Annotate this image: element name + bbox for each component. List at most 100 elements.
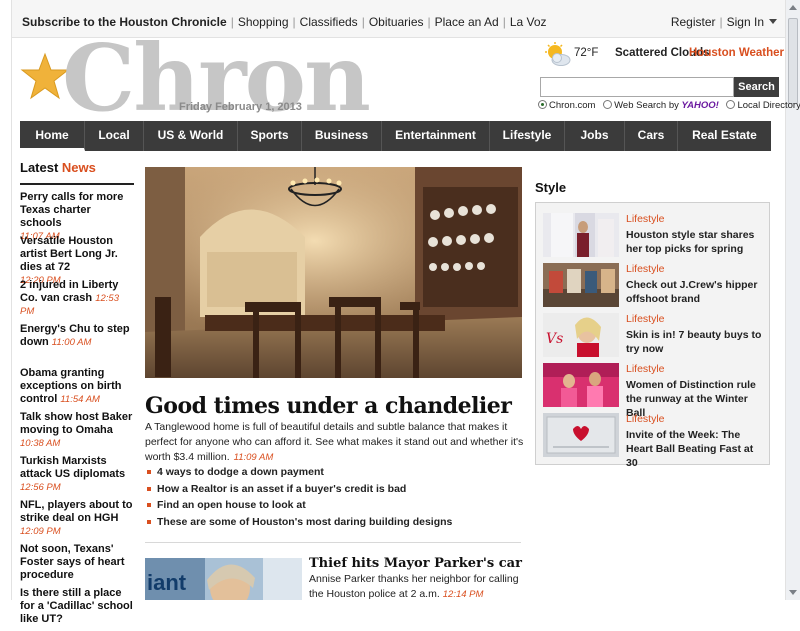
latest-news-headline[interactable]: Is there still a place for a 'Cadillac' …	[20, 587, 133, 625]
style-card[interactable]: Lifestyle Check out J.Crew's hipper offs…	[543, 263, 768, 309]
style-card-thumbnail[interactable]	[543, 263, 619, 307]
nav-local[interactable]: Local	[85, 121, 144, 151]
radio-local-directory[interactable]: Local Directory	[726, 100, 800, 111]
related-link[interactable]: These are some of Houston's most daring …	[145, 514, 525, 531]
style-card-category[interactable]: Lifestyle	[626, 313, 665, 325]
separator: |	[719, 15, 723, 29]
style-photo-2	[543, 263, 619, 307]
style-card-category[interactable]: Lifestyle	[626, 413, 665, 425]
account-links: Register | Sign In	[671, 15, 777, 29]
latest-news-item[interactable]: Talk show host Baker moving to Omaha 10:3…	[20, 411, 134, 455]
nav-us-world[interactable]: US & World	[144, 121, 238, 151]
main-story-summary-text: A Tanglewood home is full of beautiful d…	[145, 421, 524, 463]
register-link[interactable]: Register	[671, 15, 716, 29]
place-an-ad-link[interactable]: Place an Ad	[435, 15, 499, 29]
style-card-title[interactable]: Check out J.Crew's hipper offshoot brand	[626, 278, 766, 306]
nav-lifestyle[interactable]: Lifestyle	[490, 121, 565, 151]
radio-unselected-icon[interactable]	[726, 100, 736, 109]
scroll-down-arrow-icon[interactable]	[789, 590, 797, 595]
style-photo-1	[543, 213, 619, 257]
svg-text:Vs: Vs	[546, 331, 563, 347]
style-card-title[interactable]: Invite of the Week: The Heart Ball Beati…	[626, 428, 766, 470]
separator: |	[502, 15, 506, 29]
partly-cloudy-icon	[545, 42, 571, 66]
related-link[interactable]: How a Realtor is an asset if a buyer's c…	[145, 481, 525, 498]
latest-news-item[interactable]: 2 injured in Liberty Co. van crash 12:53…	[20, 279, 134, 323]
style-card-thumbnail[interactable]	[543, 213, 619, 257]
style-card-category[interactable]: Lifestyle	[626, 363, 665, 375]
nav-real-estate[interactable]: Real Estate	[678, 121, 771, 151]
radio-unselected-icon[interactable]	[603, 100, 613, 109]
latest-news-headline[interactable]: Talk show host Baker moving to Omaha	[20, 411, 132, 436]
radio-label: Web Search by	[614, 100, 679, 111]
latest-news-item[interactable]: Turkish Marxists attack US diplomats 12:…	[20, 455, 134, 499]
style-section-title: Style	[535, 180, 567, 195]
style-card[interactable]: Lifestyle Houston style star shares her …	[543, 213, 768, 259]
search-button[interactable]: Search	[734, 77, 779, 97]
style-section: Lifestyle Houston style star shares her …	[535, 202, 770, 469]
obituaries-link[interactable]: Obituaries	[369, 15, 424, 29]
radio-chron-com[interactable]: Chron.com	[538, 100, 595, 111]
nav-entertainment[interactable]: Entertainment	[382, 121, 490, 151]
latest-news-item[interactable]: Not soon, Texans' Foster says of heart p…	[20, 543, 134, 587]
chron-logo[interactable]: Chron Friday February 1, 2013	[20, 32, 415, 124]
latest-news-time: 11:00 AM	[51, 337, 92, 348]
latest-news-headline[interactable]: Versatile Houston artist Bert Long Jr. d…	[20, 235, 118, 273]
style-photo-4	[543, 363, 619, 407]
radio-label: Chron.com	[549, 100, 596, 111]
latest-news-headline[interactable]: Turkish Marxists attack US diplomats	[20, 455, 125, 480]
main-story-headline[interactable]: Good times under a chandelier	[145, 393, 512, 419]
chevron-down-icon[interactable]	[769, 19, 777, 24]
search-input[interactable]	[540, 77, 734, 97]
style-card-category[interactable]: Lifestyle	[626, 263, 665, 275]
latest-news-item[interactable]: NFL, players about to strike deal on HGH…	[20, 499, 134, 543]
vertical-scrollbar[interactable]	[785, 0, 800, 600]
story2-image[interactable]: iant	[145, 558, 302, 600]
radio-label: Local Directory	[737, 100, 800, 111]
style-card-title[interactable]: Skin is in! 7 beauty buys to try now	[626, 328, 766, 356]
houston-weather-link[interactable]: Houston Weather	[689, 47, 784, 59]
hero-photo	[145, 167, 522, 378]
latest-news-item[interactable]: Is there still a place for a 'Cadillac' …	[20, 587, 134, 631]
nav-cars[interactable]: Cars	[625, 121, 678, 151]
related-links-list: 4 ways to dodge a down payment How a Rea…	[145, 464, 525, 530]
related-link[interactable]: Find an open house to look at	[145, 497, 525, 514]
latest-news-item[interactable]: Energy's Chu to step down 11:00 AM	[20, 323, 134, 367]
sign-in-link[interactable]: Sign In	[727, 15, 764, 29]
nav-jobs[interactable]: Jobs	[565, 121, 625, 151]
divider	[145, 542, 521, 543]
radio-web-search[interactable]: Web Search by YAHOO!	[603, 100, 719, 111]
style-card[interactable]: Lifestyle Women of Distinction rule the …	[543, 363, 768, 419]
radio-selected-icon[interactable]	[538, 100, 547, 109]
latest-news-headline[interactable]: NFL, players about to strike deal on HGH	[20, 499, 132, 524]
hero-image-dining-room[interactable]	[145, 167, 522, 378]
scrollbar-thumb[interactable]	[788, 18, 798, 104]
nav-home[interactable]: Home	[20, 121, 85, 151]
related-link[interactable]: 4 ways to dodge a down payment	[145, 464, 525, 481]
style-photo-3: Vs	[543, 313, 619, 357]
latest-news-headline[interactable]: Perry calls for more Texas charter schoo…	[20, 191, 123, 229]
latest-news-item[interactable]: Obama granting exceptions on birth contr…	[20, 367, 134, 411]
scroll-up-arrow-icon[interactable]	[789, 5, 797, 10]
la-voz-link[interactable]: La Voz	[510, 15, 547, 29]
style-card[interactable]: Vs Lifestyle Skin is in! 7 beauty buys t…	[543, 313, 768, 359]
story2-headline[interactable]: Thief hits Mayor Parker's car	[309, 556, 522, 571]
style-card-thumbnail[interactable]: Vs	[543, 313, 619, 357]
style-card-thumbnail[interactable]	[543, 413, 619, 457]
style-photo-5	[543, 413, 619, 457]
latest-news-item[interactable]: Perry calls for more Texas charter schoo…	[20, 191, 134, 242]
latest-news-headline[interactable]: Not soon, Texans' Foster says of heart p…	[20, 543, 125, 581]
main-story-time: 11:09 AM	[233, 452, 274, 463]
story2-summary: Annise Parker thanks her neighbor for ca…	[309, 572, 529, 602]
style-card-category[interactable]: Lifestyle	[626, 213, 665, 225]
page: Subscribe to the Houston Chronicle | Shopp…	[11, 0, 800, 625]
separator: |	[427, 15, 431, 29]
style-card[interactable]: Lifestyle Invite of the Week: The Heart …	[543, 413, 768, 469]
style-card-thumbnail[interactable]	[543, 363, 619, 407]
style-card-title[interactable]: Houston style star shares her top picks …	[626, 228, 766, 256]
latest-news-title-b: News	[61, 160, 96, 175]
latest-news-item[interactable]: Versatile Houston artist Bert Long Jr. d…	[20, 235, 134, 286]
nav-business[interactable]: Business	[302, 121, 382, 151]
latest-news-time: 11:54 AM	[60, 394, 100, 405]
nav-sports[interactable]: Sports	[238, 121, 302, 151]
